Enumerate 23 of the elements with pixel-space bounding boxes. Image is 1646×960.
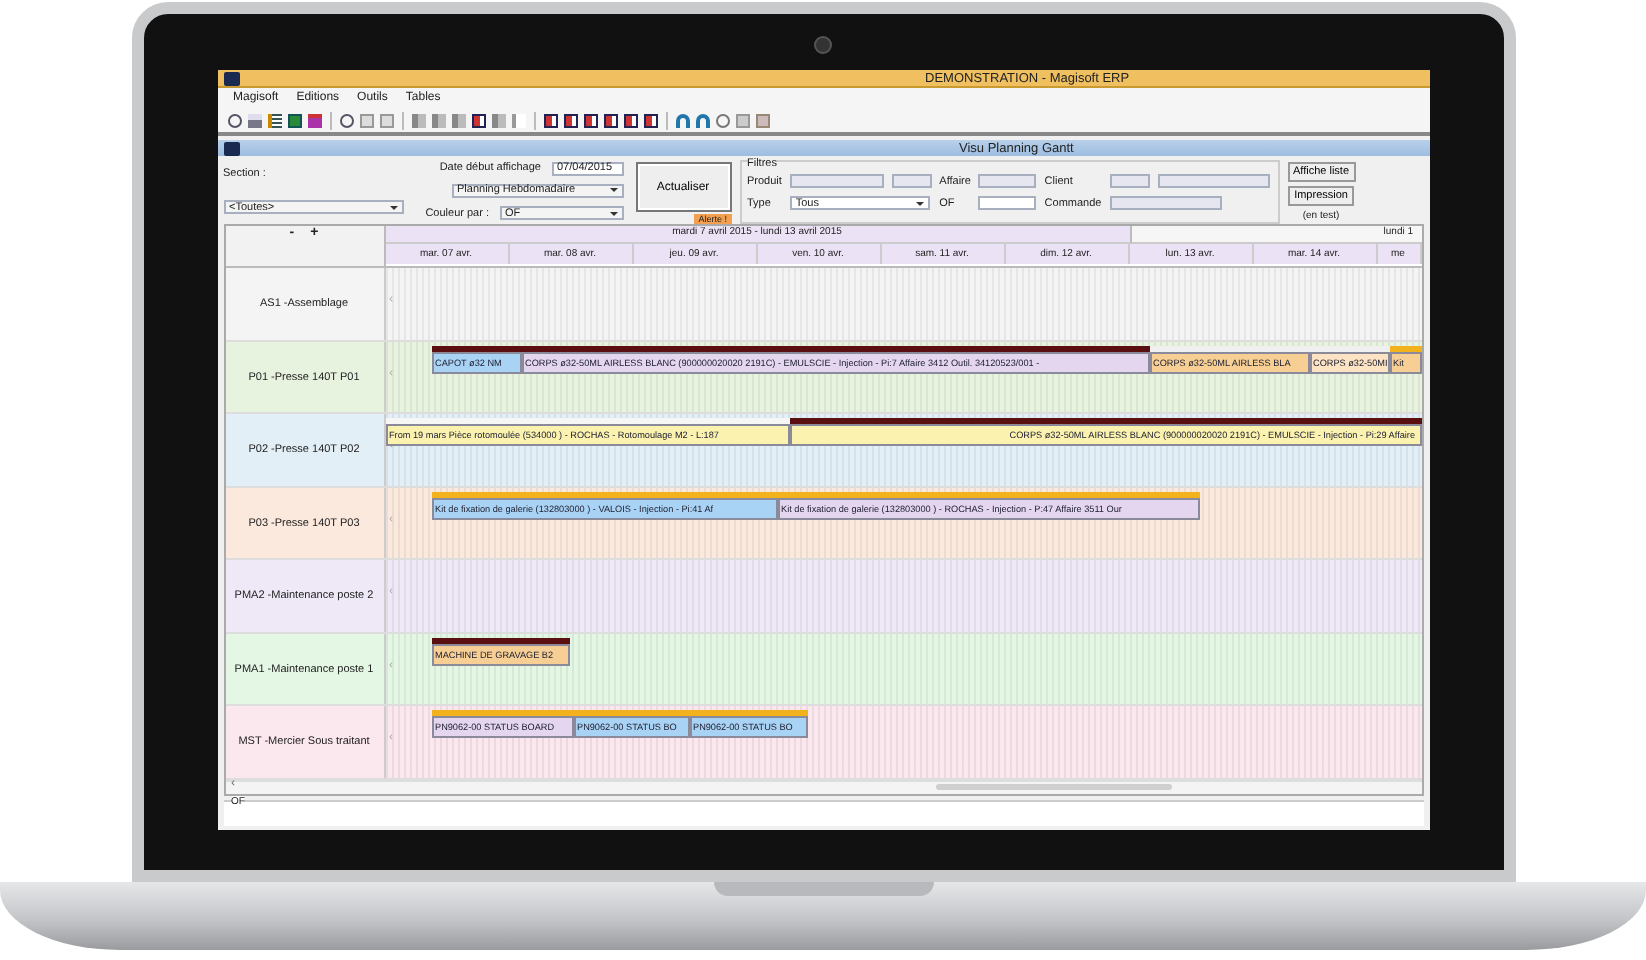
- toolbar-button[interactable]: [225, 110, 243, 131]
- product-field[interactable]: [789, 174, 884, 189]
- toolbar-button[interactable]: [337, 110, 355, 131]
- product-field[interactable]: [891, 174, 932, 189]
- camera-icon: [814, 36, 832, 54]
- caret-icon: [609, 211, 617, 216]
- toolbar-button[interactable]: [265, 110, 283, 131]
- toolbar-button[interactable]: [581, 110, 599, 131]
- toolbar-button[interactable]: [469, 110, 487, 131]
- of-field[interactable]: [978, 196, 1037, 211]
- toolbar-button[interactable]: [621, 110, 639, 131]
- toolbar-button[interactable]: [561, 110, 579, 131]
- caret-icon: [915, 201, 924, 206]
- client-field[interactable]: [1157, 174, 1270, 189]
- toolbar-button[interactable]: [541, 110, 559, 131]
- caret-icon: [389, 205, 397, 210]
- toolbar-button[interactable]: [641, 110, 659, 131]
- commande-field[interactable]: [1109, 196, 1222, 211]
- toolbar-button[interactable]: [601, 110, 619, 131]
- affaire-field[interactable]: [978, 174, 1037, 189]
- client-field[interactable]: [1109, 174, 1150, 189]
- toolbar-button[interactable]: [285, 110, 303, 131]
- caret-icon: [609, 188, 617, 193]
